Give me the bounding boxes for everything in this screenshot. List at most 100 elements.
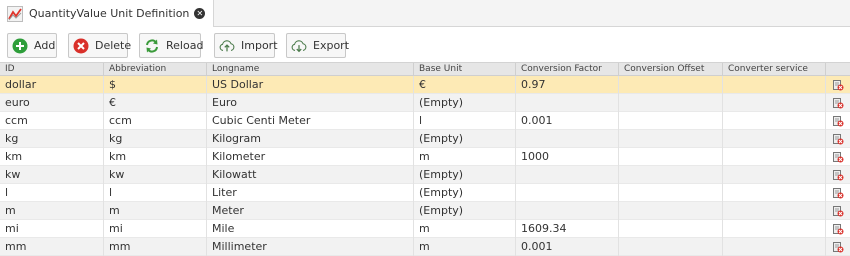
cell-longname[interactable]: Mile: [206, 220, 413, 238]
cell-converter[interactable]: [722, 238, 825, 256]
export-button[interactable]: Export: [286, 33, 349, 58]
tab-quantityvalue-unit-definition[interactable]: QuantityValue Unit Definition ✕: [0, 0, 215, 27]
cell-converter[interactable]: [722, 202, 825, 220]
cell-base-unit[interactable]: (Empty): [413, 94, 515, 112]
delete-row-icon[interactable]: [825, 220, 850, 238]
cell-longname[interactable]: Meter: [206, 202, 413, 220]
cell-factor[interactable]: [515, 94, 618, 112]
cell-id[interactable]: euro: [0, 94, 103, 112]
cell-base-unit[interactable]: m: [413, 148, 515, 166]
cell-base-unit[interactable]: (Empty): [413, 202, 515, 220]
cell-id[interactable]: l: [0, 184, 103, 202]
cell-converter[interactable]: [722, 148, 825, 166]
delete-button[interactable]: Delete: [68, 33, 131, 58]
cell-base-unit[interactable]: m: [413, 238, 515, 256]
cell-longname[interactable]: Liter: [206, 184, 413, 202]
cell-id[interactable]: kg: [0, 130, 103, 148]
cell-factor[interactable]: 1000: [515, 148, 618, 166]
cell-converter[interactable]: [722, 184, 825, 202]
cell-longname[interactable]: US Dollar: [206, 76, 413, 94]
delete-row-icon[interactable]: [825, 202, 850, 220]
cell-base-unit[interactable]: (Empty): [413, 130, 515, 148]
table-row[interactable]: ccm ccm Cubic Centi Meter l 0.001: [0, 112, 850, 130]
column-header-id[interactable]: ID: [0, 63, 103, 76]
column-header-conversion-offset[interactable]: Conversion Offset: [618, 63, 722, 76]
cell-offset[interactable]: [618, 238, 722, 256]
cell-abbreviation[interactable]: m: [103, 202, 206, 220]
cell-factor[interactable]: 0.001: [515, 238, 618, 256]
cell-offset[interactable]: [618, 130, 722, 148]
column-header-abbreviation[interactable]: Abbreviation: [103, 63, 206, 76]
cell-abbreviation[interactable]: €: [103, 94, 206, 112]
column-header-base-unit[interactable]: Base Unit: [413, 63, 515, 76]
cell-offset[interactable]: [618, 76, 722, 94]
cell-factor[interactable]: 1609.34: [515, 220, 618, 238]
cell-abbreviation[interactable]: mm: [103, 238, 206, 256]
cell-id[interactable]: m: [0, 202, 103, 220]
cell-converter[interactable]: [722, 220, 825, 238]
cell-longname[interactable]: Kilometer: [206, 148, 413, 166]
cell-factor[interactable]: [515, 166, 618, 184]
table-row[interactable]: kg kg Kilogram (Empty): [0, 130, 850, 148]
cell-id[interactable]: ccm: [0, 112, 103, 130]
cell-abbreviation[interactable]: km: [103, 148, 206, 166]
close-icon[interactable]: ✕: [194, 8, 206, 19]
delete-row-icon[interactable]: [825, 238, 850, 256]
cell-id[interactable]: km: [0, 148, 103, 166]
cell-abbreviation[interactable]: mi: [103, 220, 206, 238]
table-row[interactable]: mm mm Millimeter m 0.001: [0, 238, 850, 256]
cell-base-unit[interactable]: m: [413, 220, 515, 238]
cell-converter[interactable]: [722, 94, 825, 112]
table-row[interactable]: km km Kilometer m 1000: [0, 148, 850, 166]
delete-row-icon[interactable]: [825, 76, 850, 94]
cell-abbreviation[interactable]: $: [103, 76, 206, 94]
cell-converter[interactable]: [722, 76, 825, 94]
cell-factor[interactable]: [515, 202, 618, 220]
delete-row-icon[interactable]: [825, 166, 850, 184]
cell-base-unit[interactable]: (Empty): [413, 166, 515, 184]
cell-base-unit[interactable]: €: [413, 76, 515, 94]
cell-factor[interactable]: [515, 184, 618, 202]
cell-converter[interactable]: [722, 166, 825, 184]
cell-longname[interactable]: Euro: [206, 94, 413, 112]
cell-factor[interactable]: 0.97: [515, 76, 618, 94]
table-row[interactable]: kw kw Kilowatt (Empty): [0, 166, 850, 184]
cell-offset[interactable]: [618, 166, 722, 184]
cell-offset[interactable]: [618, 220, 722, 238]
column-header-conversion-factor[interactable]: Conversion Factor: [515, 63, 618, 76]
cell-converter[interactable]: [722, 112, 825, 130]
cell-base-unit[interactable]: l: [413, 112, 515, 130]
import-button[interactable]: Import: [214, 33, 278, 58]
cell-abbreviation[interactable]: kw: [103, 166, 206, 184]
table-row[interactable]: euro € Euro (Empty): [0, 94, 850, 112]
cell-offset[interactable]: [618, 112, 722, 130]
table-row[interactable]: mi mi Mile m 1609.34: [0, 220, 850, 238]
add-button[interactable]: Add: [7, 33, 57, 58]
delete-row-icon[interactable]: [825, 112, 850, 130]
cell-longname[interactable]: Cubic Centi Meter: [206, 112, 413, 130]
delete-row-icon[interactable]: [825, 94, 850, 112]
cell-longname[interactable]: Millimeter: [206, 238, 413, 256]
cell-longname[interactable]: Kilowatt: [206, 166, 413, 184]
delete-row-icon[interactable]: [825, 184, 850, 202]
cell-factor[interactable]: 0.001: [515, 112, 618, 130]
column-header-longname[interactable]: Longname: [206, 63, 413, 76]
cell-abbreviation[interactable]: ccm: [103, 112, 206, 130]
cell-converter[interactable]: [722, 130, 825, 148]
table-row[interactable]: l l Liter (Empty): [0, 184, 850, 202]
cell-longname[interactable]: Kilogram: [206, 130, 413, 148]
reload-button[interactable]: Reload: [139, 33, 203, 58]
cell-id[interactable]: mi: [0, 220, 103, 238]
delete-row-icon[interactable]: [825, 130, 850, 148]
cell-abbreviation[interactable]: kg: [103, 130, 206, 148]
cell-offset[interactable]: [618, 184, 722, 202]
cell-factor[interactable]: [515, 130, 618, 148]
table-row[interactable]: m m Meter (Empty): [0, 202, 850, 220]
cell-id[interactable]: mm: [0, 238, 103, 256]
cell-base-unit[interactable]: (Empty): [413, 184, 515, 202]
table-row[interactable]: dollar $ US Dollar €0.97: [0, 76, 850, 94]
cell-abbreviation[interactable]: l: [103, 184, 206, 202]
delete-row-icon[interactable]: [825, 148, 850, 166]
cell-offset[interactable]: [618, 202, 722, 220]
cell-offset[interactable]: [618, 148, 722, 166]
